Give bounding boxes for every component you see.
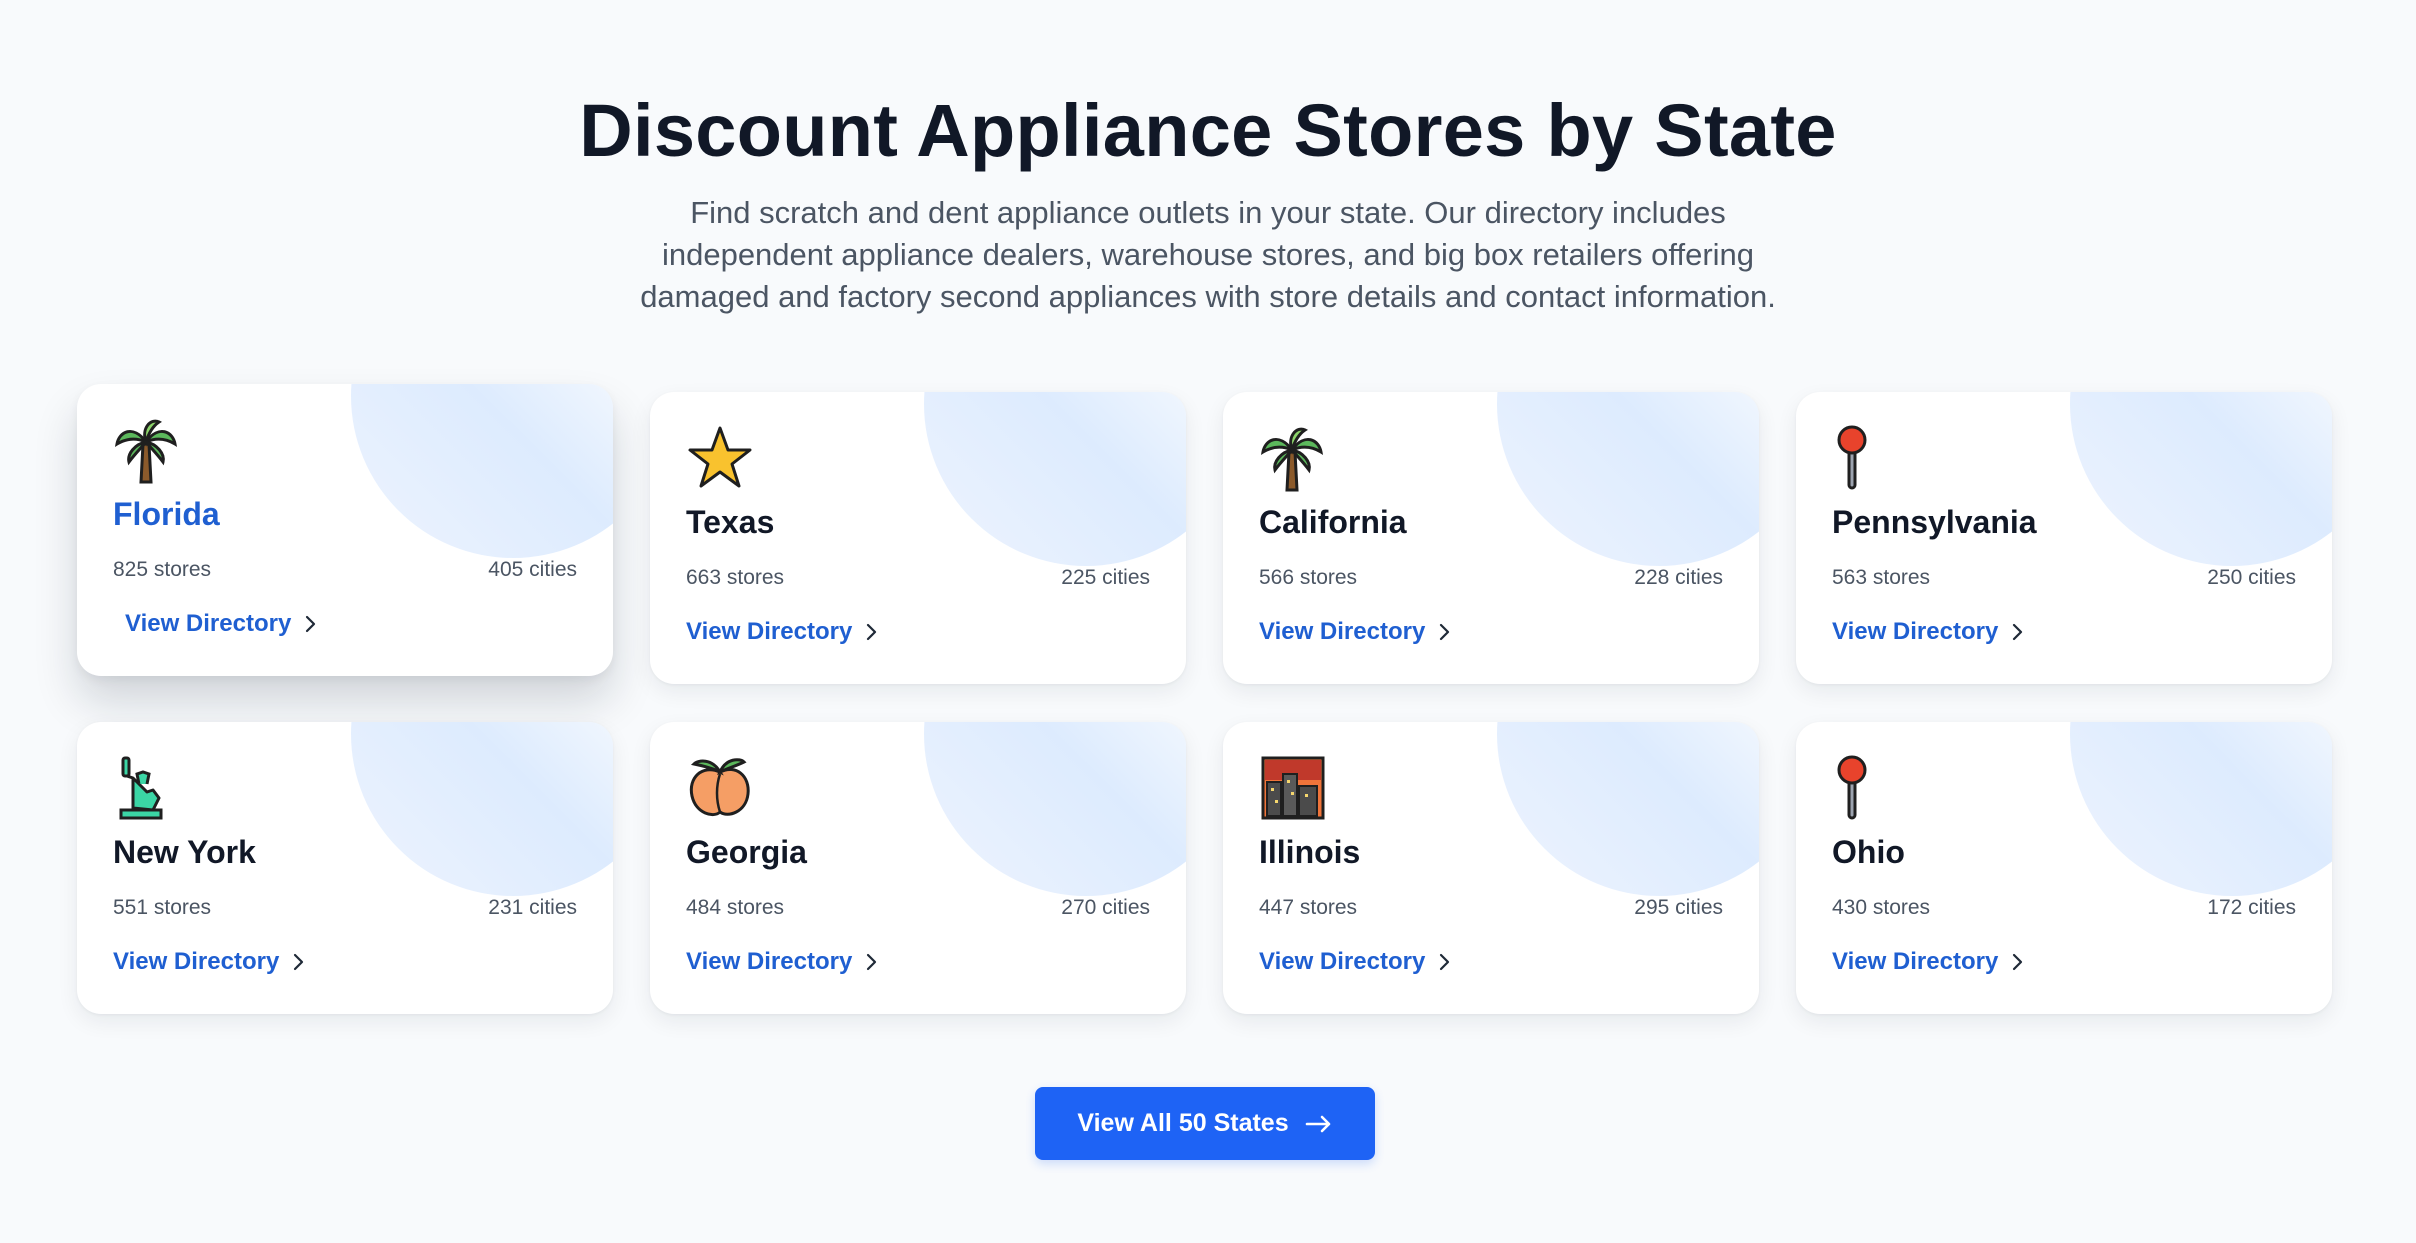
state-name: Florida	[113, 496, 220, 532]
state-name: Pennsylvania	[1832, 504, 2037, 540]
store-count: 430 stores	[1832, 896, 1931, 919]
view-directory-link[interactable]: View Directory	[1259, 948, 1453, 976]
palm-tree-icon	[113, 414, 181, 486]
view-directory-label: View Directory	[1259, 948, 1426, 975]
store-count: 825 stores	[113, 558, 212, 581]
city-count: 405 cities	[488, 558, 577, 581]
state-card-illinois[interactable]: Illinois 447 stores 295 cities View Dire…	[1223, 722, 1759, 1014]
card-decoration	[924, 392, 1186, 566]
chevron-right-icon	[1440, 953, 1450, 971]
store-count: 563 stores	[1832, 566, 1931, 589]
store-count: 484 stores	[686, 896, 785, 919]
state-card-texas[interactable]: Texas 663 stores 225 cities View Directo…	[650, 392, 1186, 684]
page-title: Discount Appliance Stores by State	[579, 89, 1837, 172]
card-decoration	[351, 384, 613, 558]
card-decoration	[2070, 392, 2332, 566]
pushpin-icon	[1832, 752, 1900, 824]
state-directory-section: Discount Appliance Stores by State Find …	[0, 0, 2416, 1243]
chevron-right-icon	[1440, 623, 1450, 641]
store-count: 663 stores	[686, 566, 785, 589]
store-count: 447 stores	[1259, 896, 1358, 919]
star-icon	[686, 422, 754, 494]
view-all-states-label: View All 50 States	[1077, 1109, 1289, 1137]
statue-of-liberty-icon	[113, 752, 181, 824]
card-decoration	[351, 722, 613, 896]
peach-icon	[686, 752, 754, 824]
state-card-pennsylvania[interactable]: Pennsylvania 563 stores 250 cities View …	[1796, 392, 2332, 684]
chevron-right-icon	[294, 953, 304, 971]
state-name: New York	[113, 834, 256, 870]
city-count: 228 cities	[1634, 566, 1723, 589]
view-directory-label: View Directory	[686, 618, 853, 645]
state-name: California	[1259, 504, 1407, 540]
state-card-new-york[interactable]: New York 551 stores 231 cities View Dire…	[77, 722, 613, 1014]
view-all-states-button[interactable]: View All 50 States	[1035, 1087, 1375, 1160]
view-directory-label: View Directory	[1259, 618, 1426, 645]
card-decoration	[2070, 722, 2332, 896]
state-card-georgia[interactable]: Georgia 484 stores 270 cities View Direc…	[650, 722, 1186, 1014]
view-directory-link[interactable]: View Directory	[113, 948, 307, 976]
card-decoration	[1497, 392, 1759, 566]
page-description: Find scratch and dent appliance outlets …	[640, 195, 1776, 314]
state-name: Ohio	[1832, 834, 1905, 870]
pushpin-icon	[1832, 422, 1900, 494]
city-count: 250 cities	[2207, 566, 2296, 589]
view-directory-link[interactable]: View Directory	[686, 618, 880, 646]
arrow-right-icon	[1305, 1115, 1330, 1132]
chevron-right-icon	[867, 623, 877, 641]
view-directory-link[interactable]: View Directory	[686, 948, 880, 976]
view-directory-label: View Directory	[686, 948, 853, 975]
store-count: 566 stores	[1259, 566, 1358, 589]
view-directory-link[interactable]: View Directory	[1832, 618, 2026, 646]
chevron-right-icon	[2013, 953, 2023, 971]
city-count: 231 cities	[488, 896, 577, 919]
card-decoration	[1497, 722, 1759, 896]
city-skyline-icon	[1259, 752, 1327, 824]
chevron-right-icon	[867, 953, 877, 971]
state-name: Georgia	[686, 834, 807, 870]
state-name: Texas	[686, 504, 775, 540]
view-directory-label: View Directory	[125, 610, 292, 637]
view-directory-link[interactable]: View Directory	[1832, 948, 2026, 976]
state-name: Illinois	[1259, 834, 1361, 870]
palm-tree-icon	[1259, 422, 1327, 494]
view-directory-link[interactable]: View Directory	[125, 610, 319, 638]
state-card-california[interactable]: California 566 stores 228 cities View Di…	[1223, 392, 1759, 684]
city-count: 172 cities	[2207, 896, 2296, 919]
chevron-right-icon	[2013, 623, 2023, 641]
chevron-right-icon	[306, 615, 316, 633]
view-directory-link[interactable]: View Directory	[1259, 618, 1453, 646]
city-count: 295 cities	[1634, 896, 1723, 919]
state-card-florida[interactable]: Florida 825 stores 405 cities View Direc…	[77, 384, 613, 676]
state-card-ohio[interactable]: Ohio 430 stores 172 cities View Director…	[1796, 722, 2332, 1014]
city-count: 225 cities	[1061, 566, 1150, 589]
view-directory-label: View Directory	[1832, 618, 1999, 645]
card-decoration	[924, 722, 1186, 896]
store-count: 551 stores	[113, 896, 212, 919]
view-directory-label: View Directory	[113, 948, 280, 975]
view-directory-label: View Directory	[1832, 948, 1999, 975]
city-count: 270 cities	[1061, 896, 1150, 919]
